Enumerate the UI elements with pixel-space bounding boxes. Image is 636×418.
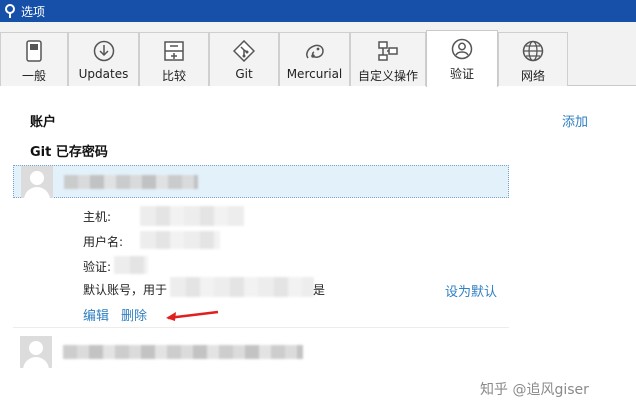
switch-icon — [22, 39, 46, 63]
accounts-heading: 账户 — [30, 115, 57, 130]
tab-updates[interactable]: Updates — [68, 32, 139, 86]
user-icon — [450, 37, 474, 61]
tab-network[interactable]: 网络 — [498, 32, 568, 86]
avatar — [21, 166, 53, 198]
tab-label: 一般 — [21, 69, 46, 83]
redacted-host — [140, 206, 244, 226]
default-account-suffix: 是 — [313, 283, 326, 297]
add-account-link[interactable]: 添加 — [562, 111, 588, 130]
redacted-username — [140, 231, 220, 249]
title-bar: 选项 — [0, 0, 636, 22]
username-label: 用户名: — [83, 235, 124, 249]
tab-label: Mercurial — [286, 67, 343, 81]
compare-icon — [162, 39, 186, 63]
app-icon — [5, 4, 15, 18]
auth-label: 验证: — [83, 260, 112, 274]
globe-icon — [521, 39, 545, 63]
redacted-auth — [114, 256, 148, 274]
account-row-selected[interactable] — [13, 165, 509, 198]
divider — [13, 327, 509, 328]
tab-custom-actions[interactable]: 自定义操作 — [350, 32, 426, 86]
window-title: 选项 — [21, 4, 46, 19]
delete-link[interactable]: 删除 — [121, 305, 147, 324]
tab-label: 自定义操作 — [357, 69, 418, 83]
custom-actions-icon — [376, 39, 400, 63]
red-arrow-annotation — [166, 310, 219, 321]
tab-label: 比较 — [161, 69, 186, 83]
watermark: 知乎 @追风giser — [480, 382, 589, 398]
git-saved-passwords-heading: Git 已存密码 — [30, 145, 108, 160]
mercurial-icon — [303, 39, 327, 63]
tab-label: Updates — [78, 67, 129, 81]
tab-compare[interactable]: 比较 — [139, 32, 209, 86]
edit-link[interactable]: 编辑 — [83, 305, 109, 324]
tab-authentication[interactable]: 验证 — [426, 30, 498, 87]
set-default-link[interactable]: 设为默认 — [445, 281, 497, 300]
host-label: 主机: — [83, 210, 112, 224]
default-account-prefix: 默认账号，用于 — [83, 283, 168, 297]
git-icon — [232, 39, 256, 63]
download-icon — [92, 39, 116, 63]
avatar — [20, 336, 52, 368]
auth-panel: 账户 添加 Git 已存密码 主机: 用户名: 验证: 默认账号，用于 是 设为… — [0, 86, 636, 418]
tab-label: 网络 — [520, 69, 545, 83]
redacted-default-target — [170, 277, 314, 297]
tab-label: Git — [235, 67, 253, 81]
redacted-account-name — [63, 345, 303, 359]
tab-toolbar: 一般 Updates 比较 Git Mercurial 自定义操作 验证 网络 — [0, 22, 636, 87]
redacted-account-name — [64, 175, 198, 189]
tab-label: 验证 — [449, 67, 474, 81]
tab-git[interactable]: Git — [209, 32, 279, 86]
tab-general[interactable]: 一般 — [0, 32, 68, 86]
tab-mercurial[interactable]: Mercurial — [279, 32, 350, 86]
